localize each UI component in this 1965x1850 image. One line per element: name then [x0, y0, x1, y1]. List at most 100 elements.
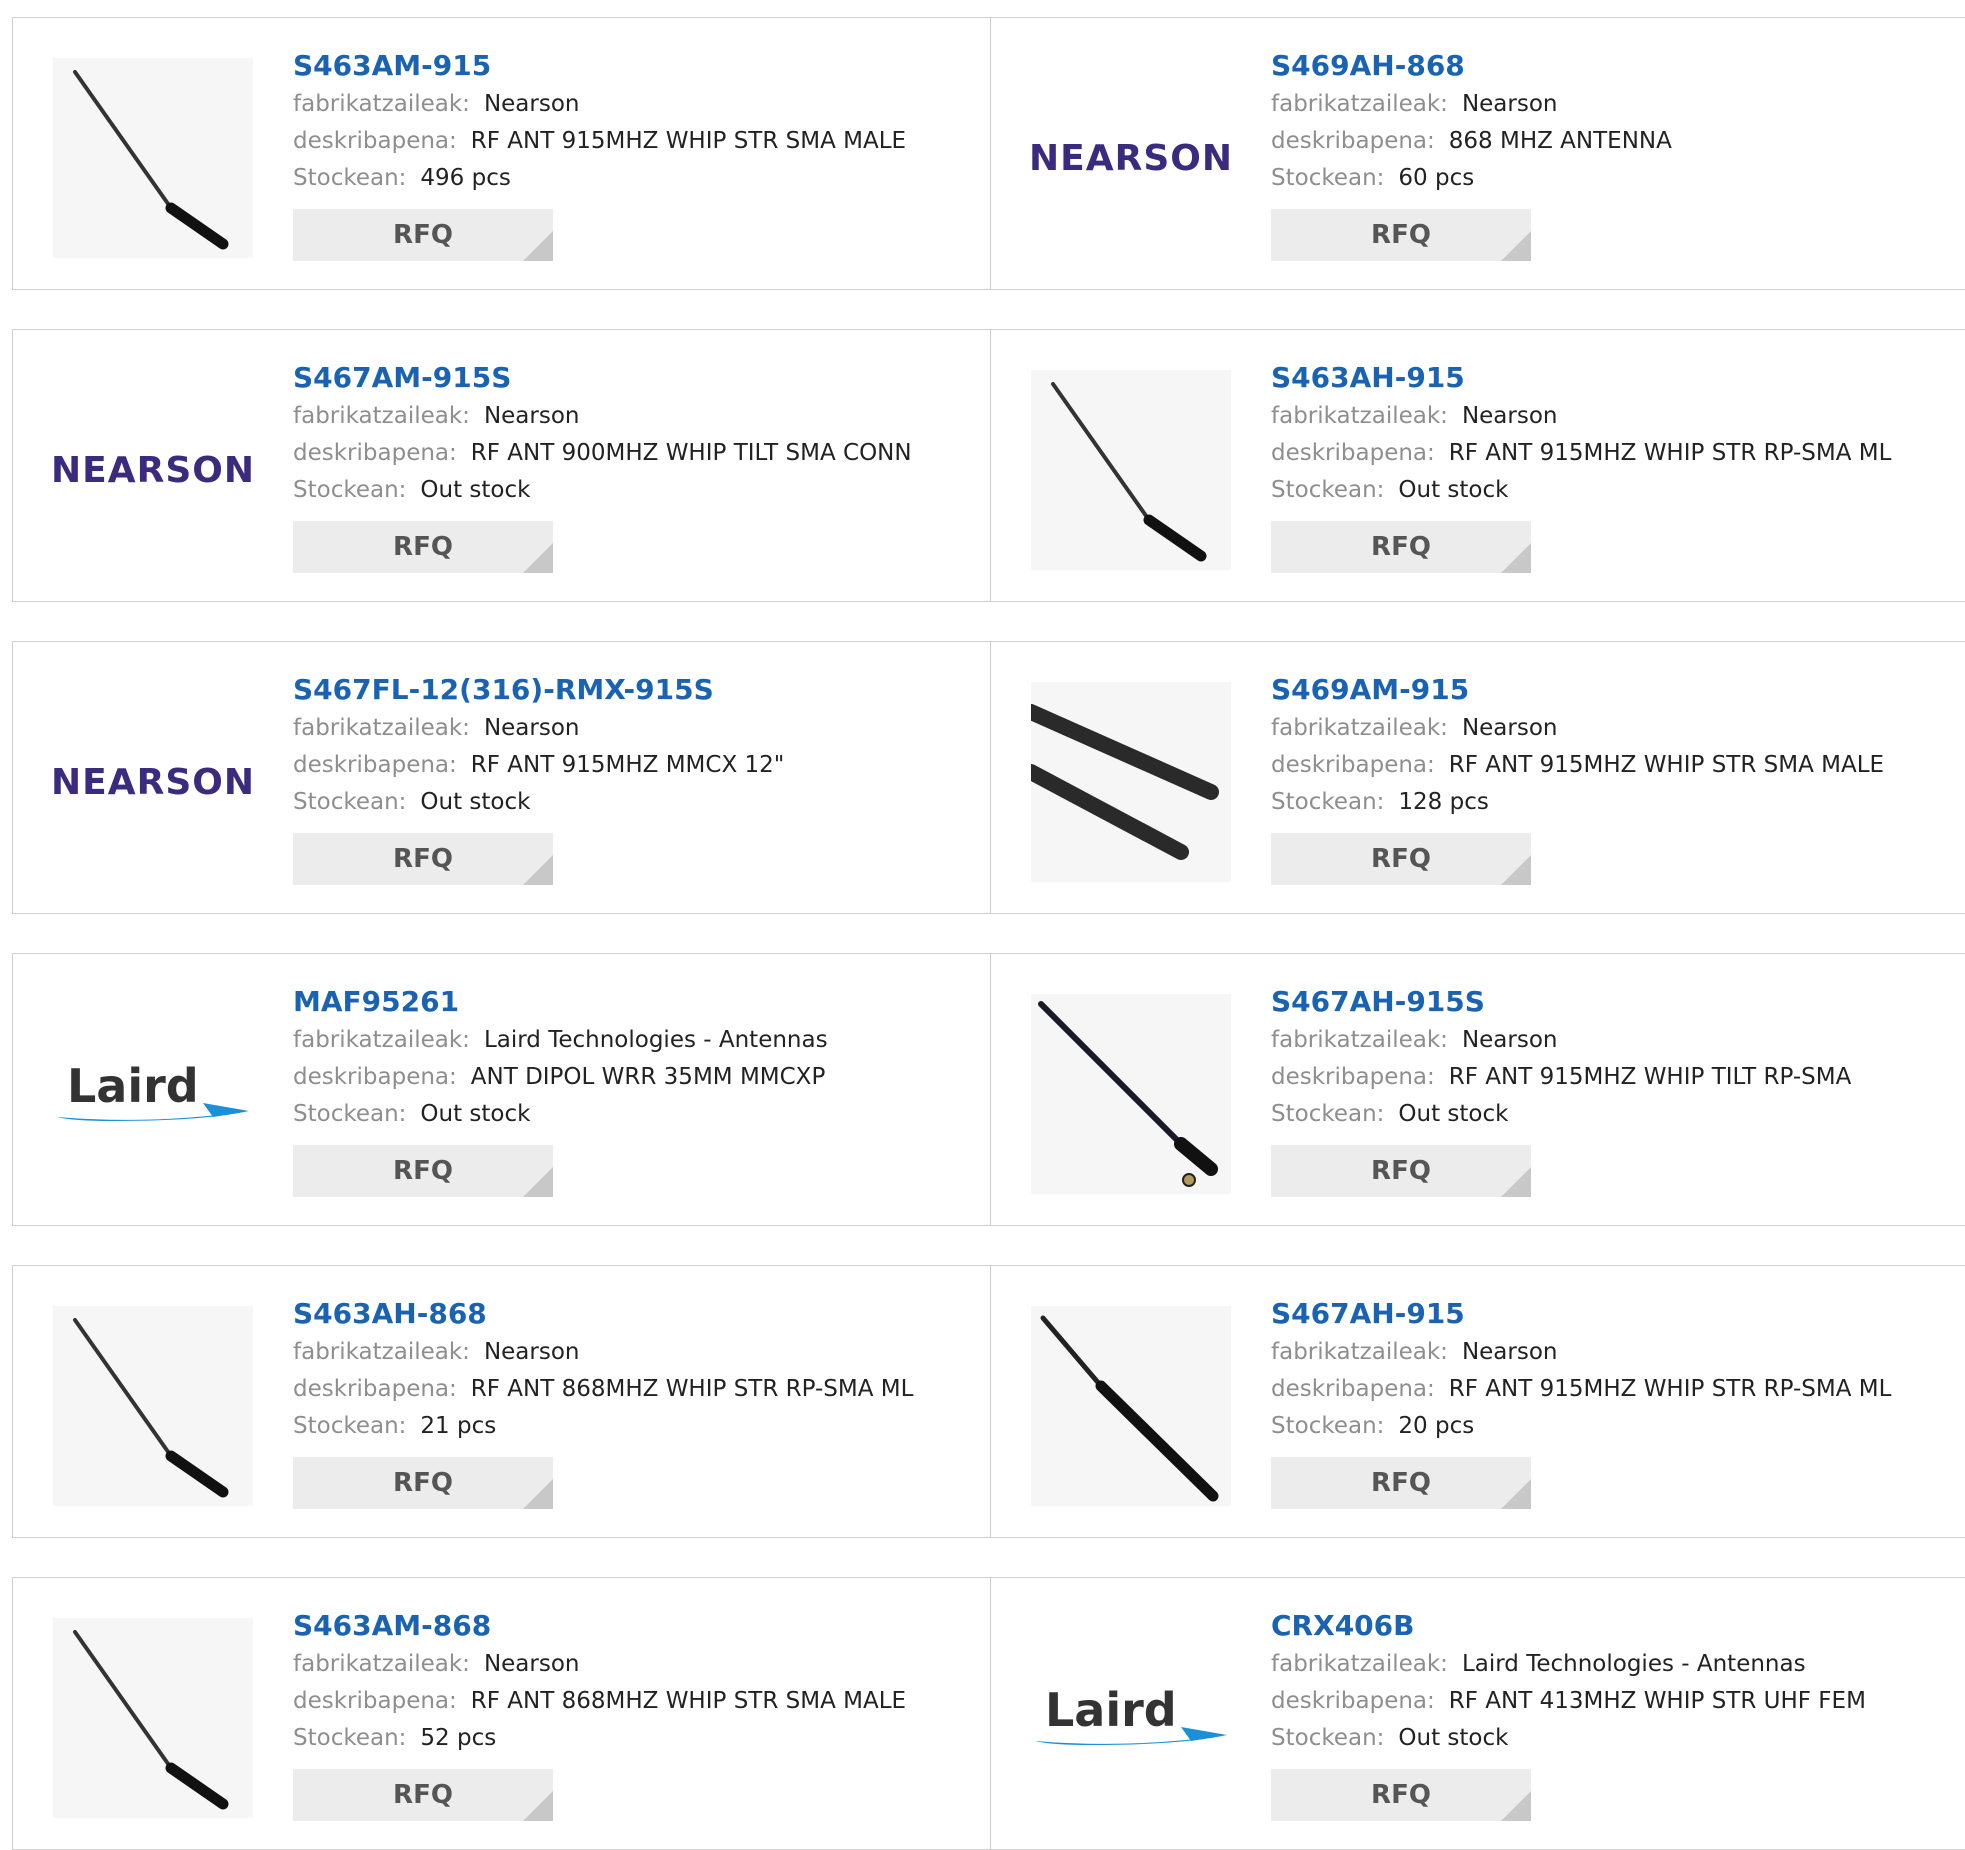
manufacturer-label: fabrikatzaileak: — [1271, 1027, 1448, 1053]
product-image[interactable] — [1031, 682, 1231, 882]
part-number-link[interactable]: S469AM-915 — [1271, 670, 1884, 710]
stock-line: Stockean: Out stock — [293, 472, 912, 509]
product-info: S463AH-915 fabrikatzaileak: Nearson deskrib… — [1271, 358, 1891, 573]
description-label: deskribapena: — [1271, 128, 1435, 154]
stock-value: 496 pcs — [420, 165, 511, 191]
part-number-link[interactable]: S467AH-915S — [1271, 982, 1851, 1022]
product-image[interactable] — [1031, 370, 1231, 570]
rfq-button[interactable]: RFQ — [1271, 1145, 1531, 1197]
description-value: RF ANT 915MHZ WHIP TILT RP-SMA — [1448, 1064, 1852, 1090]
corner-triangle-icon — [523, 855, 553, 885]
stock-label: Stockean: — [293, 165, 407, 191]
product-info: S467AH-915S fabrikatzaileak: Nearson deskri… — [1271, 982, 1851, 1197]
manufacturer-value: Nearson — [1461, 1027, 1558, 1053]
product-image[interactable]: NEARSON — [51, 370, 254, 570]
description-value: RF ANT 915MHZ WHIP STR SMA MALE — [1448, 752, 1885, 778]
manufacturer-line: fabrikatzaileak: Nearson — [293, 710, 784, 747]
rfq-button-label: RFQ — [1371, 1156, 1431, 1186]
description-line: deskribapena: RF ANT 868MHZ WHIP STR SMA … — [293, 1683, 906, 1720]
description-label: deskribapena: — [293, 1064, 457, 1090]
product-info: S463AH-868 fabrikatzaileak: Nearson deskrib… — [293, 1294, 913, 1509]
product-image[interactable]: NEARSON — [51, 682, 255, 882]
product-row: NEARSON S467FL-12(316)-RMX-915S fabrikatza… — [12, 641, 1965, 914]
product-image[interactable]: Laird — [1031, 1618, 1231, 1818]
rfq-button[interactable]: RFQ — [293, 521, 553, 573]
rfq-button-label: RFQ — [1371, 1780, 1431, 1810]
corner-triangle-icon — [1501, 1791, 1531, 1821]
stock-value: 60 pcs — [1398, 165, 1475, 191]
part-number-link[interactable]: S463AM-868 — [293, 1606, 906, 1646]
manufacturer-value: Nearson — [483, 715, 580, 741]
stock-line: Stockean: Out stock — [1271, 1096, 1851, 1133]
product-image[interactable]: Laird — [53, 994, 253, 1194]
manufacturer-label: fabrikatzaileak: — [293, 91, 470, 117]
rfq-button-label: RFQ — [393, 532, 453, 562]
rfq-button[interactable]: RFQ — [1271, 521, 1531, 573]
part-number-link[interactable]: S467AM-915S — [293, 358, 912, 398]
stock-label: Stockean: — [293, 477, 407, 503]
nearson-logo: NEARSON — [51, 761, 255, 803]
rfq-button-label: RFQ — [393, 1468, 453, 1498]
product-image[interactable] — [53, 1306, 253, 1506]
product-image[interactable] — [1031, 994, 1231, 1194]
rfq-button[interactable]: RFQ — [293, 209, 553, 261]
antenna-image — [1031, 704, 1219, 860]
manufacturer-value: Laird Technologies - Antennas — [1461, 1651, 1806, 1677]
description-line: deskribapena: RF ANT 413MHZ WHIP STR UHF … — [1271, 1683, 1866, 1720]
product-image[interactable]: NEARSON — [1029, 58, 1232, 258]
description-value: RF ANT 915MHZ WHIP STR RP-SMA ML — [1448, 440, 1892, 466]
part-number-link[interactable]: S463AH-915 — [1271, 358, 1891, 398]
description-label: deskribapena: — [1271, 1064, 1435, 1090]
rfq-button[interactable]: RFQ — [1271, 209, 1531, 261]
manufacturer-line: fabrikatzaileak: Laird Technologies - Ant… — [1271, 1646, 1866, 1683]
part-number-link[interactable]: S463AM-915 — [293, 46, 906, 86]
stock-value: Out stock — [1398, 1725, 1509, 1751]
rfq-button[interactable]: RFQ — [293, 833, 553, 885]
product-image[interactable] — [53, 58, 253, 258]
antenna-image — [1038, 1001, 1218, 1187]
part-number-link[interactable]: S467FL-12(316)-RMX-915S — [293, 670, 784, 710]
manufacturer-value: Laird Technologies - Antennas — [483, 1027, 828, 1053]
antenna-image — [73, 70, 229, 250]
manufacturer-value: Nearson — [483, 1339, 580, 1365]
manufacturer-label: fabrikatzaileak: — [1271, 715, 1448, 741]
rfq-button[interactable]: RFQ — [1271, 833, 1531, 885]
stock-label: Stockean: — [1271, 789, 1385, 815]
manufacturer-line: fabrikatzaileak: Nearson — [293, 1646, 906, 1683]
corner-triangle-icon — [1501, 855, 1531, 885]
product-image[interactable] — [1031, 1306, 1231, 1506]
corner-triangle-icon — [1501, 231, 1531, 261]
part-number-link[interactable]: CRX406B — [1271, 1606, 1866, 1646]
part-number-link[interactable]: S469AH-868 — [1271, 46, 1672, 86]
product-card: NEARSON S469AH-868 fabrikatzaileak: Nearson… — [991, 18, 1965, 289]
rfq-button[interactable]: RFQ — [293, 1145, 553, 1197]
rfq-button[interactable]: RFQ — [1271, 1457, 1531, 1509]
description-value: RF ANT 915MHZ WHIP STR SMA MALE — [470, 128, 907, 154]
stock-value: Out stock — [420, 477, 531, 503]
product-row: S463AM-868 fabrikatzaileak: Nearson deskrib… — [12, 1577, 1965, 1850]
laird-logo: Laird — [1031, 1683, 1231, 1753]
product-card: Laird MAF95261 fabrikatzaileak: Laird Techn… — [13, 954, 991, 1225]
description-line: deskribapena: RF ANT 915MHZ WHIP STR SMA … — [1271, 747, 1884, 784]
stock-label: Stockean: — [293, 1413, 407, 1439]
manufacturer-label: fabrikatzaileak: — [1271, 403, 1448, 429]
rfq-button[interactable]: RFQ — [293, 1457, 553, 1509]
product-image[interactable] — [53, 1618, 253, 1818]
part-number-link[interactable]: S463AH-868 — [293, 1294, 913, 1334]
part-number-link[interactable]: S467AH-915 — [1271, 1294, 1891, 1334]
stock-label: Stockean: — [1271, 1101, 1385, 1127]
rfq-button[interactable]: RFQ — [1271, 1769, 1531, 1821]
part-number-link[interactable]: MAF95261 — [293, 982, 828, 1022]
product-row: NEARSON S467AM-915S fabrikatzaileak: Nearso… — [12, 329, 1965, 602]
description-label: deskribapena: — [1271, 1376, 1435, 1402]
description-line: deskribapena: RF ANT 900MHZ WHIP TILT SMA… — [293, 435, 912, 472]
product-card: NEARSON S467FL-12(316)-RMX-915S fabrikatza… — [13, 642, 991, 913]
stock-line: Stockean: Out stock — [1271, 472, 1891, 509]
rfq-button-label: RFQ — [393, 1156, 453, 1186]
stock-line: Stockean: 20 pcs — [1271, 1408, 1891, 1445]
stock-label: Stockean: — [293, 1725, 407, 1751]
rfq-button[interactable]: RFQ — [293, 1769, 553, 1821]
stock-label: Stockean: — [293, 1101, 407, 1127]
stock-line: Stockean: 52 pcs — [293, 1720, 906, 1757]
stock-line: Stockean: Out stock — [293, 1096, 828, 1133]
